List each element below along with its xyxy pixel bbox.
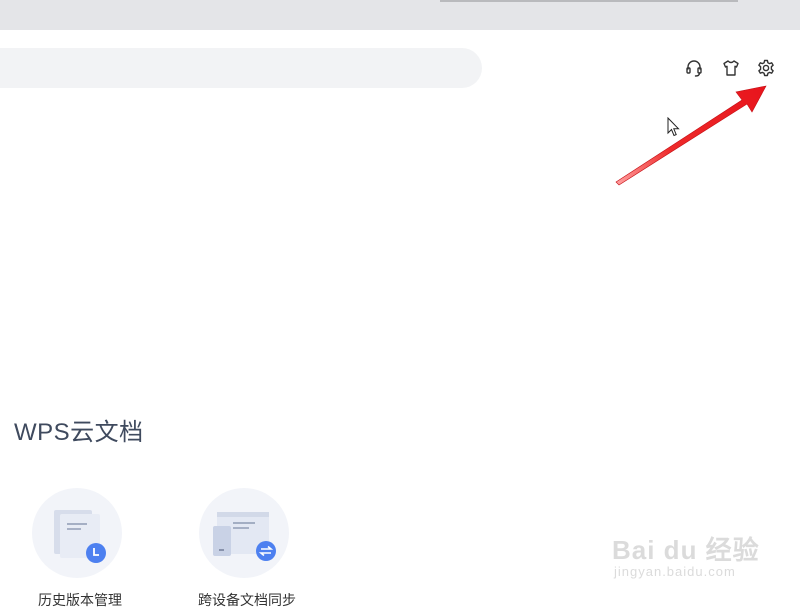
feature-sync-label: 跨设备文档同步 [198,592,296,608]
skin-shirt-icon[interactable] [720,57,742,79]
feature-history-version[interactable]: 历史版本管理 [31,488,123,608]
popup-edge-shadow [440,0,738,2]
clock-icon [86,543,106,563]
baidu-watermark: Bai du 经验 jingyan.baidu.com [612,512,792,584]
cross-device-sync-icon [199,488,289,578]
sync-arrows-icon [256,541,276,561]
headset-icon[interactable] [683,57,705,79]
search-bar[interactable] [0,48,482,88]
window-top-strip [0,0,800,30]
watermark-url: jingyan.baidu.com [614,564,736,579]
history-version-icon [32,488,122,578]
watermark-text: Bai du 经验 [612,535,760,565]
feature-cross-device-sync[interactable]: 跨设备文档同步 [198,488,296,608]
cloud-docs-title: WPS云文档 [14,419,144,446]
mouse-cursor-icon [667,117,680,137]
feature-history-label: 历史版本管理 [38,592,122,608]
settings-gear-icon[interactable] [755,57,777,79]
